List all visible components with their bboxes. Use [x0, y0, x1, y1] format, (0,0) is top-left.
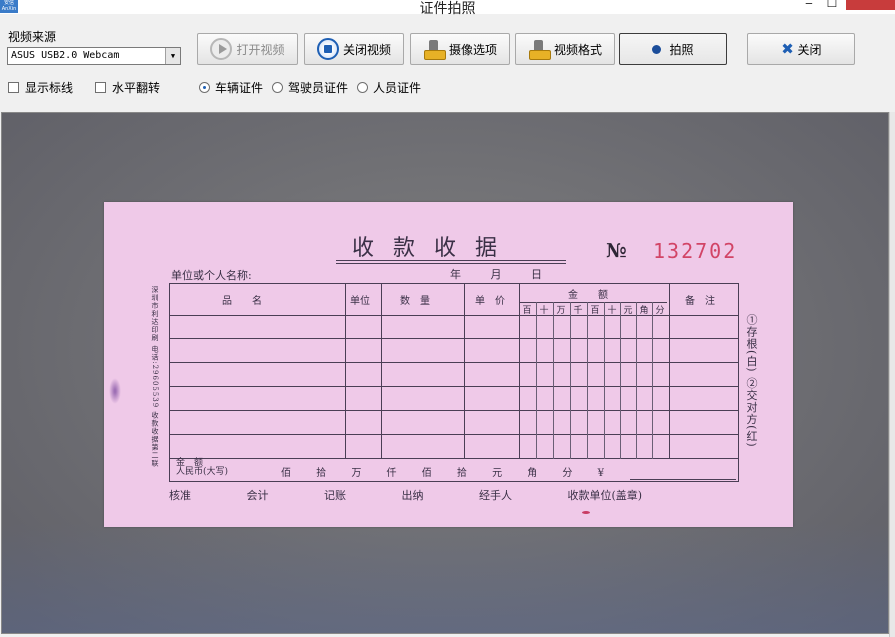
date-label: 年 月 日	[450, 268, 542, 281]
flip-horizontal-checkbox[interactable]: 水平翻转	[95, 79, 160, 96]
title-underline	[336, 263, 566, 264]
open-video-label: 打开视频	[236, 42, 285, 57]
total-label-line2: 人民币	[176, 467, 204, 477]
doc-type-label: 驾驶员证件	[288, 81, 349, 95]
table-line	[464, 284, 465, 459]
table-line	[553, 302, 554, 459]
title-bar: 安信AnXin 证件拍照 ‒ ☐ ✕	[0, 0, 895, 17]
radio-button[interactable]	[199, 82, 210, 93]
window-title: 证件拍照	[419, 1, 476, 17]
capture-label: 拍照	[669, 42, 694, 57]
digit-header: 万	[556, 306, 566, 316]
camera-options-button[interactable]: 摄像选项	[410, 33, 510, 65]
receipt-number: 132702	[653, 239, 738, 263]
maximize-button[interactable]: ☐	[820, 0, 844, 10]
camera-icon	[528, 38, 551, 60]
play-icon	[210, 38, 233, 60]
video-source-value: ASUS USB2.0 Webcam	[11, 50, 120, 61]
total-amount-line	[630, 479, 736, 480]
table-line	[381, 284, 382, 459]
total-label: 金 额 人民币(大写)	[176, 459, 228, 477]
table-line	[604, 302, 605, 459]
red-stain	[582, 511, 590, 514]
scrollbar[interactable]	[889, 112, 895, 637]
video-format-button[interactable]: 视频格式	[515, 33, 615, 65]
camera-icon	[423, 38, 446, 60]
digit-header: 百	[522, 306, 532, 316]
receipt-table: 品 名 单位 数 量 单 价 金 额 备 注 百 十 万 千 百 十 元 角 分	[169, 283, 739, 482]
close-button[interactable]: ✖ 关闭	[747, 33, 855, 65]
video-format-label: 视频格式	[553, 42, 602, 57]
checkbox-box[interactable]	[95, 82, 106, 93]
video-source-label: 视频来源	[8, 30, 57, 44]
digit-header: 十	[539, 306, 549, 316]
radio-button[interactable]	[272, 82, 283, 93]
table-line	[345, 284, 346, 459]
close-video-button[interactable]: 关闭视频	[304, 33, 404, 65]
digit-header: 角	[639, 306, 649, 316]
doc-type-radio-driver[interactable]: 驾驶员证件	[272, 79, 348, 96]
ink-mark	[109, 378, 121, 404]
table-line	[636, 302, 637, 459]
minimize-button[interactable]: ‒	[797, 0, 821, 10]
header-amount: 金 额	[568, 290, 608, 301]
chevron-down-icon[interactable]: ▼	[165, 48, 180, 64]
title-underline	[336, 260, 566, 261]
payer-label: 单位或个人名称:	[171, 269, 252, 282]
table-line	[620, 302, 621, 459]
digit-header: 十	[607, 306, 617, 316]
video-source-select[interactable]: ASUS USB2.0 Webcam ▼	[7, 47, 181, 65]
digit-header: 百	[590, 306, 600, 316]
header-price: 单 价	[475, 296, 505, 307]
show-markers-label: 显示标线	[25, 81, 74, 95]
table-line	[536, 302, 537, 459]
header-unit: 单位	[350, 296, 370, 307]
table-line	[669, 284, 670, 459]
close-video-label: 关闭视频	[342, 42, 391, 57]
header-item-name: 品 名	[222, 296, 262, 307]
radio-button[interactable]	[357, 82, 368, 93]
camera-options-label: 摄像选项	[448, 42, 497, 57]
header-quantity: 数 量	[400, 296, 430, 307]
camera-preview: 收 款 收 据 № 132702 单位或个人名称: 年 月 日 深圳市利达印刷 …	[1, 112, 889, 634]
capture-button[interactable]: 拍照	[619, 33, 727, 65]
flip-horizontal-label: 水平翻转	[112, 81, 161, 95]
checkbox-box[interactable]	[8, 82, 19, 93]
receipt-title: 收 款 收 据	[352, 236, 503, 261]
close-label: 关闭	[797, 42, 822, 57]
open-video-button[interactable]: 打开视频	[197, 33, 298, 65]
header-remarks: 备 注	[685, 296, 715, 307]
show-markers-checkbox[interactable]: 显示标线	[8, 79, 73, 96]
digit-header: 千	[573, 306, 583, 316]
doc-type-label: 人员证件	[373, 81, 422, 95]
table-line	[587, 302, 588, 459]
stop-icon	[316, 38, 339, 60]
doc-type-radio-person[interactable]: 人员证件	[357, 79, 421, 96]
x-icon: ✖	[781, 40, 794, 58]
copy-notes: ①存根(白) ②交对方(红)	[745, 314, 758, 448]
digit-header: 元	[623, 306, 633, 316]
table-line	[570, 302, 571, 459]
receipt-number-label: №	[606, 240, 627, 262]
total-units: 佰 拾 万 仟 佰 拾 元 角 分 ¥	[281, 468, 604, 479]
dot-icon	[652, 44, 662, 54]
table-line	[652, 302, 653, 459]
window-close-button[interactable]: ✕	[846, 0, 895, 10]
doc-type-radio-vehicle[interactable]: 车辆证件	[199, 79, 263, 96]
digit-header: 分	[655, 306, 665, 316]
receipt-document: 收 款 收 据 № 132702 单位或个人名称: 年 月 日 深圳市利达印刷 …	[104, 202, 793, 527]
printer-info: 深圳市利达印刷 电话:29605539 收款收据第二联	[151, 286, 159, 468]
total-label-suffix: (大写)	[203, 467, 229, 477]
doc-type-label: 车辆证件	[215, 81, 264, 95]
signature-row: 核准 会计 记账 出纳 经手人 收款单位(盖章)	[169, 489, 643, 502]
